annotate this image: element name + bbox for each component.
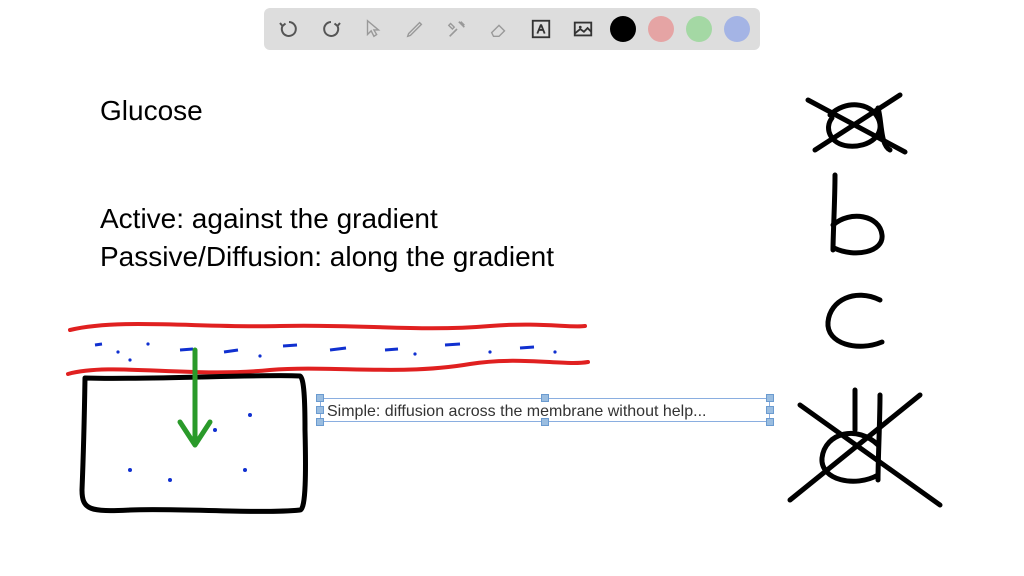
resize-handle-nw[interactable] (316, 394, 324, 402)
title-text: Glucose (100, 92, 203, 130)
redo-button[interactable] (316, 14, 346, 44)
pencil-tool[interactable] (400, 14, 430, 44)
passive-line-text: Passive/Diffusion: along the gradient (100, 238, 554, 276)
color-swatch-red[interactable] (648, 16, 674, 42)
hammer-wrench-icon (446, 18, 468, 40)
textbox-selected[interactable]: Simple: diffusion across the membrane wi… (320, 398, 770, 422)
redo-icon (319, 17, 343, 41)
resize-handle-ne[interactable] (766, 394, 774, 402)
resize-handle-e[interactable] (766, 406, 774, 414)
image-icon (572, 18, 594, 40)
color-swatch-blue[interactable] (724, 16, 750, 42)
resize-handle-w[interactable] (316, 406, 324, 414)
resize-handle-n[interactable] (541, 394, 549, 402)
undo-button[interactable] (274, 14, 304, 44)
active-line-text: Active: against the gradient (100, 200, 438, 238)
image-tool[interactable] (568, 14, 598, 44)
textbox-content: Simple: diffusion across the membrane wi… (327, 403, 706, 420)
toolbar (264, 8, 760, 50)
eraser-icon (488, 18, 510, 40)
resize-handle-sw[interactable] (316, 418, 324, 426)
eraser-tool[interactable] (484, 14, 514, 44)
text-tool[interactable] (526, 14, 556, 44)
resize-handle-s[interactable] (541, 418, 549, 426)
text-icon (530, 18, 552, 40)
pointer-icon (362, 18, 384, 40)
color-swatch-black[interactable] (610, 16, 636, 42)
pencil-icon (404, 18, 426, 40)
tools-button[interactable] (442, 14, 472, 44)
canvas-drawings (0, 0, 1024, 576)
resize-handle-se[interactable] (766, 418, 774, 426)
color-swatch-green[interactable] (686, 16, 712, 42)
undo-icon (277, 17, 301, 41)
pointer-tool[interactable] (358, 14, 388, 44)
